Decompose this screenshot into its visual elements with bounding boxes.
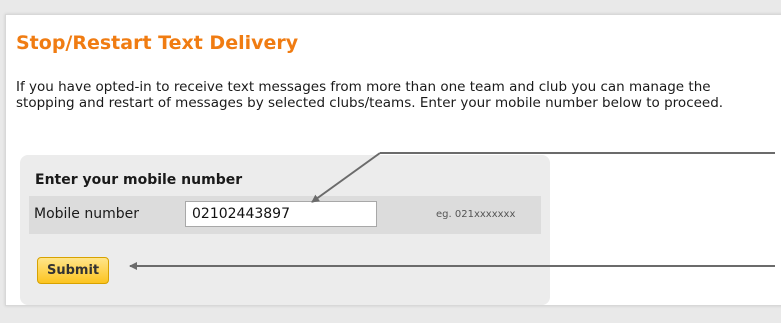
intro-text: If you have opted-in to receive text mes… [16,79,724,111]
form-heading: Enter your mobile number [35,172,243,188]
mobile-format-hint: eg. 021xxxxxxx [436,209,516,220]
submit-button[interactable]: Submit [37,257,110,284]
mobile-number-label: Mobile number [34,206,140,222]
page-title: Stop/Restart Text Delivery [16,32,299,54]
mobile-number-input[interactable] [185,201,377,227]
